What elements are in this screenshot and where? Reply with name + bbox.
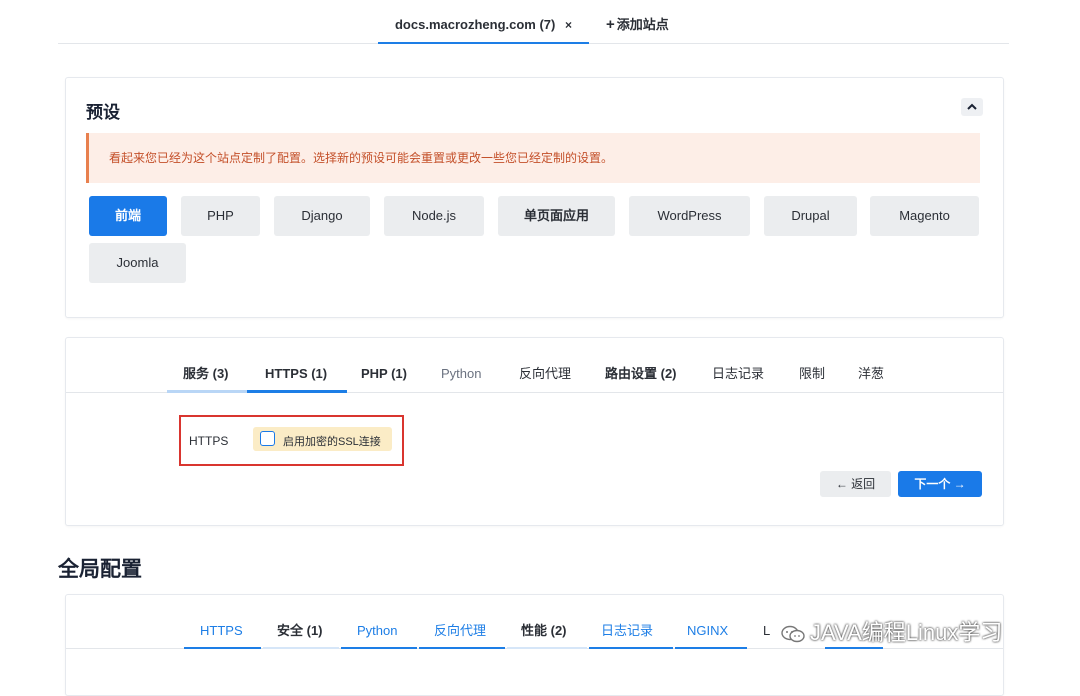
gtab-underline-1 [184, 647, 261, 649]
preset-joomla[interactable]: Joomla [89, 243, 186, 283]
https-highlight-box: HTTPS 启用加密的SSL连接 [179, 415, 404, 466]
tab-services[interactable]: 服务 (3) [183, 338, 229, 390]
gtab-https[interactable]: HTTPS [200, 595, 243, 647]
plus-icon: + [606, 16, 615, 33]
tab-php[interactable]: PHP (1) [361, 338, 407, 390]
close-icon[interactable]: × [565, 18, 572, 32]
gtab-python[interactable]: Python [357, 595, 397, 647]
watermark-text: JAVA编程Linux学习 [810, 620, 1003, 645]
tab-onion[interactable]: 洋葱 [858, 338, 884, 390]
domain-tabbar: 服务 (3) HTTPS (1) PHP (1) Python 反向代理 路由设… [66, 338, 1003, 393]
add-site-label: 添加站点 [616, 17, 669, 32]
tab-limits[interactable]: 限制 [799, 338, 825, 390]
tab-logging[interactable]: 日志记录 [712, 338, 764, 390]
gtab-reverse-proxy[interactable]: 反向代理 [434, 595, 486, 647]
presets-panel: 预设 看起来您已经为这个站点定制了配置。选择新的预设可能会重置或更改一些您已经定… [65, 77, 1004, 318]
gtab-underline-4 [419, 647, 505, 649]
add-site-button[interactable]: + 添加站点 [606, 0, 669, 42]
preset-php[interactable]: PHP [181, 196, 260, 236]
tab-underline-services [167, 390, 247, 393]
preset-spa[interactable]: 单页面应用 [498, 196, 615, 236]
presets-title: 预设 [86, 103, 120, 122]
ssl-checkbox[interactable]: 启用加密的SSL连接 [253, 427, 392, 451]
gtab-underline-8 [825, 647, 883, 649]
preset-magento[interactable]: Magento [870, 196, 979, 236]
gtab-underline-3 [341, 647, 417, 649]
next-button[interactable]: 下一个 → [898, 471, 982, 497]
ssl-checkbox-label: 启用加密的SSL连接 [283, 436, 381, 448]
gtab-nginx[interactable]: NGINX [687, 595, 728, 647]
preset-nodejs[interactable]: Node.js [384, 196, 484, 236]
back-button[interactable]: ← 返回 [820, 471, 891, 497]
preset-frontend[interactable]: 前端 [89, 196, 167, 236]
tab-underline-active [247, 390, 347, 393]
tab-python[interactable]: Python [441, 338, 481, 390]
site-tab-label: docs.macrozheng.com (7) [394, 17, 556, 32]
watermark: JAVA编程Linux学习 [780, 615, 1002, 647]
tab-routing[interactable]: 路由设置 (2) [605, 338, 677, 390]
gtab-underline-6 [589, 647, 673, 649]
gtab-underline-7 [675, 647, 747, 649]
site-tab-docs[interactable]: docs.macrozheng.com (7) × [378, 0, 589, 44]
tab-https[interactable]: HTTPS (1) [265, 338, 327, 390]
gtab-performance[interactable]: 性能 (2) [521, 595, 567, 647]
wechat-icon [781, 625, 805, 643]
site-tabs-bar: docs.macrozheng.com (7) × + 添加站点 [58, 0, 1009, 44]
gtab-underline-2 [263, 647, 339, 649]
preset-wordpress[interactable]: WordPress [629, 196, 750, 236]
gtab-underline-5 [507, 647, 587, 649]
preset-django[interactable]: Django [274, 196, 370, 236]
gtab-security[interactable]: 安全 (1) [277, 595, 323, 647]
gtab-logging[interactable]: 日志记录 [601, 595, 653, 647]
https-label: HTTPS [189, 434, 229, 448]
domain-config-panel: 服务 (3) HTTPS (1) PHP (1) Python 反向代理 路由设… [65, 337, 1004, 526]
gtab-more[interactable]: L [763, 595, 770, 647]
tab-reverse-proxy[interactable]: 反向代理 [519, 338, 571, 390]
global-config-title: 全局配置 [58, 558, 142, 581]
checkbox-icon[interactable] [260, 431, 275, 446]
preset-warning: 看起来您已经为这个站点定制了配置。选择新的预设可能会重置或更改一些您已经定制的设… [86, 133, 980, 183]
preset-drupal[interactable]: Drupal [764, 196, 857, 236]
chevron-up-icon[interactable] [961, 98, 983, 116]
